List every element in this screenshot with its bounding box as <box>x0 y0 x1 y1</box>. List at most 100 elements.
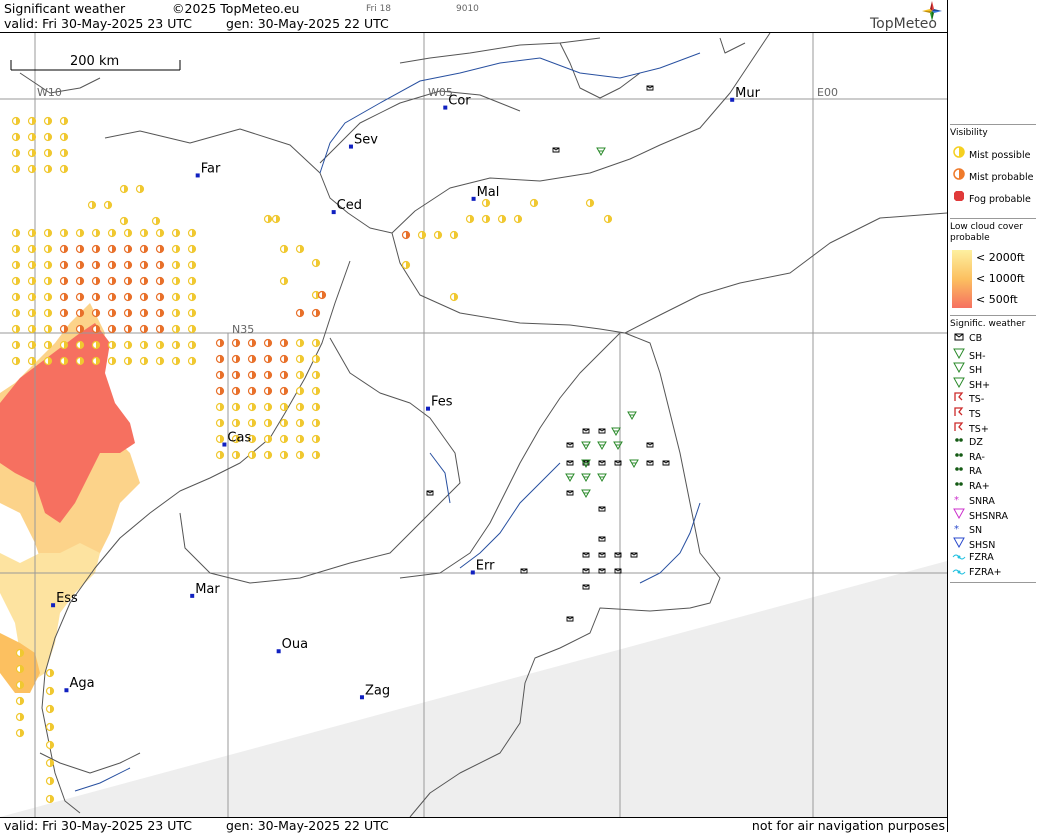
mist-symbol <box>401 230 411 240</box>
mist-symbol <box>91 308 101 318</box>
mist-symbol <box>263 386 273 396</box>
gen-time: gen: 30-May-2025 22 UTC <box>226 16 389 31</box>
mist-symbol <box>187 292 197 302</box>
mist-symbol <box>15 712 25 722</box>
city-ced[interactable]: Ced <box>331 198 362 215</box>
snow-icon: * <box>952 523 966 536</box>
mist-symbol <box>27 276 37 286</box>
city-zag[interactable]: Zag <box>359 683 390 700</box>
sigwx-legend-item: RA <box>952 464 982 477</box>
mist-symbol <box>123 340 133 350</box>
mist-symbol <box>215 354 225 364</box>
mist-symbol <box>59 244 69 254</box>
sigwx-label: SHSNRA <box>969 511 1009 523</box>
cb-symbol <box>566 616 574 622</box>
sigwx-legend-item: RA+ <box>952 479 990 492</box>
mist-symbol <box>11 164 21 174</box>
mist-symbol <box>529 198 539 208</box>
mist-symbol <box>295 418 305 428</box>
mist-symbol <box>155 308 165 318</box>
mist-symbol <box>187 340 197 350</box>
sigwx-label: TS <box>969 409 981 420</box>
mist-symbol <box>139 356 149 366</box>
city-err[interactable]: Err <box>470 558 495 575</box>
mist-symbol <box>295 244 305 254</box>
mist-symbol <box>311 402 321 412</box>
chart-title: Significant weather <box>4 1 126 16</box>
mist-symbol <box>247 418 257 428</box>
mist-symbol <box>75 292 85 302</box>
mist-symbol <box>11 244 21 254</box>
shower-symbol <box>581 489 591 499</box>
mist-symbol <box>27 324 37 334</box>
mist-symbol <box>119 216 129 226</box>
city-far[interactable]: Far <box>195 161 221 178</box>
mist-symbol <box>187 324 197 334</box>
mist-symbol <box>171 292 181 302</box>
mist-symbol <box>123 308 133 318</box>
mist-symbol <box>45 776 55 786</box>
city-label: Oua <box>282 637 308 652</box>
mist-symbol <box>171 244 181 254</box>
mist-symbol <box>215 386 225 396</box>
mist-symbol <box>279 338 289 348</box>
sigwx-title: Signific. weather <box>950 319 1026 329</box>
svg-text:*: * <box>954 495 959 504</box>
mist-symbol <box>107 228 117 238</box>
mist-symbol <box>59 164 69 174</box>
footer-valid: valid: Fri 30-May-2025 23 UTC <box>4 818 192 833</box>
mist-symbol <box>123 260 133 270</box>
visibility-label: Fog probable <box>969 194 1031 205</box>
lowcloud-title: Low cloud cover probable <box>950 222 1023 243</box>
mist-symbol <box>123 324 133 334</box>
sigwx-label: SNRA <box>969 495 995 507</box>
city-ess[interactable]: Ess <box>51 591 78 608</box>
city-mar[interactable]: Mar <box>190 582 220 598</box>
mist-symbol <box>215 338 225 348</box>
mist-symbol <box>139 292 149 302</box>
mist-symbol <box>279 244 289 254</box>
rain-heavy-icon <box>952 479 966 492</box>
city-label: Cor <box>448 94 471 109</box>
city-label: Mur <box>735 86 760 101</box>
mist-symbol <box>139 340 149 350</box>
city-aga[interactable]: Aga <box>64 676 95 693</box>
sigwx-label: DZ <box>969 437 983 449</box>
header-small-code: 9010 <box>456 4 479 14</box>
mist-symbol <box>247 386 257 396</box>
city-mur[interactable]: Mur <box>730 86 761 102</box>
mist-symbol <box>449 230 459 240</box>
city-oua[interactable]: Oua <box>276 637 308 654</box>
grid-label: N35 <box>232 323 254 336</box>
cb-symbol <box>646 85 654 91</box>
city-label: Fes <box>431 395 453 410</box>
grid-label: W10 <box>37 86 62 99</box>
mist-symbol <box>59 356 69 366</box>
weather-symbols <box>426 85 670 622</box>
sigwx-label: FZRA+ <box>969 566 1002 578</box>
mist-symbol <box>15 728 25 738</box>
city-cor[interactable]: Cor <box>443 94 471 110</box>
city-sev[interactable]: Sev <box>348 133 378 149</box>
mist-symbol <box>11 116 21 126</box>
grid-label: E00 <box>817 86 838 99</box>
sigwx-label: RA+ <box>969 481 990 492</box>
mist-symbol <box>139 324 149 334</box>
city-mal[interactable]: Mal <box>471 185 500 201</box>
mist-symbol <box>45 686 55 696</box>
mist-symbol <box>107 324 117 334</box>
city-fes[interactable]: Fes <box>426 395 453 411</box>
mist-symbol <box>513 214 523 224</box>
mist-symbol <box>59 292 69 302</box>
mist-symbol <box>107 308 117 318</box>
weather-map[interactable]: W10 W05 E00 N35 Cor Mur Sev Far Mal Ced Fes Cas Err… <box>0 33 947 817</box>
city-cas[interactable]: Cas <box>222 431 251 447</box>
sigwx-legend-item: FZRA <box>952 552 994 563</box>
mist-symbol <box>295 354 305 364</box>
cb-symbol <box>646 442 654 448</box>
mist-symbol <box>59 132 69 142</box>
mist-symbol <box>11 276 21 286</box>
mist-symbol <box>247 338 257 348</box>
mist-symbol <box>155 244 165 254</box>
mist-symbol <box>311 370 321 380</box>
